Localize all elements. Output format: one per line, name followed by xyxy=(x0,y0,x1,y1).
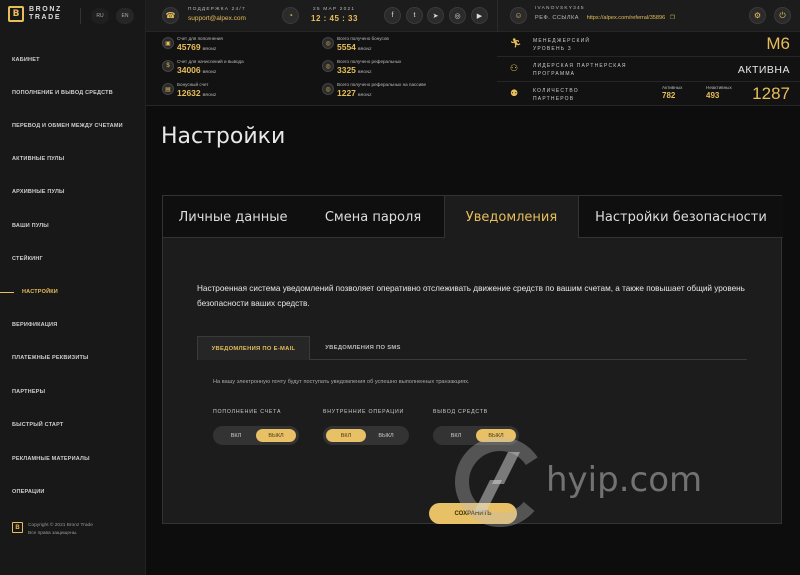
partners-count-row: ⚉ КОЛИЧЕСТВО ПАРТНЕРОВ Активных 782 Неакт… xyxy=(497,82,800,107)
deposit-toggle-label: ПОПОЛНЕНИЕ СЧЕТА xyxy=(213,409,282,415)
username: IVANOVSKY345 xyxy=(535,6,585,11)
youtube-icon[interactable]: ▶ xyxy=(471,7,488,24)
user-icon[interactable]: ☺ xyxy=(510,7,527,24)
copyright-logo-icon: B xyxy=(12,522,23,533)
page-title: Настройки xyxy=(161,124,286,149)
sidebar-item-settings[interactable]: НАСТРОЙКИ xyxy=(22,289,58,295)
subtab-sms[interactable]: УВЕДОМЛЕНИЯ ПО SMS xyxy=(313,336,413,360)
withdraw-toggle-label: ВЫВОД СРЕДСТВ xyxy=(433,409,488,415)
power-icon[interactable]: ⏻ xyxy=(774,7,791,24)
leader-program-row: ⚇ ЛИДЕРСКАЯ ПАРТНЕРСКАЯ ПРОГРАММА АКТИВНА xyxy=(497,57,800,82)
sidebar-item-your-pools[interactable]: ВАШИ ПУЛЫ xyxy=(12,223,49,229)
app: B BRONZ TRADE RU EN КАБИНЕТ ПОПОЛНЕНИЕ И… xyxy=(0,0,800,575)
sidebar-item-staking[interactable]: СТЕЙКИНГ xyxy=(12,256,43,262)
sidebar-item-archive-pools[interactable]: АРХИВНЫЕ ПУЛЫ xyxy=(12,189,65,195)
partners-label: КОЛИЧЕСТВО ПАРТНЕРОВ xyxy=(533,88,579,102)
ref-label: РЕФ. ССЫЛКА xyxy=(535,15,580,21)
tab-security-settings[interactable]: Настройки безопасности xyxy=(579,196,783,238)
inactive-count: 493 xyxy=(706,91,720,100)
ref-link[interactable]: https://alpex.com/referral/35896 xyxy=(587,15,666,21)
twitter-icon[interactable]: t xyxy=(406,7,423,24)
toggle-off-option[interactable]: ВЫКЛ xyxy=(256,429,296,442)
logo-text: BRONZ TRADE xyxy=(29,6,62,21)
sidebar-item-cabinet[interactable]: КАБИНЕТ xyxy=(12,57,40,63)
notification-subtabs: УВЕДОМЛЕНИЯ ПО E-MAIL УВЕДОМЛЕНИЯ ПО SMS xyxy=(197,336,747,360)
copyright-line1: Copyright © 2021 Bronz Trade xyxy=(28,523,93,528)
logo[interactable]: B BRONZ TRADE xyxy=(8,6,62,22)
clock-icon: ◔ xyxy=(282,7,299,24)
toggle-on-option[interactable]: ВКЛ xyxy=(326,429,366,442)
internal-toggle-label: ВНУТРЕННИЕ ОПЕРАЦИИ xyxy=(323,409,405,415)
partners-total: 1287 xyxy=(752,84,790,103)
sidebar-item-partners[interactable]: ПАРТНЕРЫ xyxy=(12,389,45,395)
sidebar-item-operations[interactable]: ОПЕРАЦИИ xyxy=(12,489,45,495)
withdraw-toggle[interactable]: ВКЛ ВЫКЛ xyxy=(433,426,519,445)
topbar: ☎ ПОДДЕРЖКА 24/7 support@alpex.com ◔ 25 … xyxy=(146,0,800,32)
dollar-icon: $ xyxy=(162,60,174,72)
leader-status: АКТИВНА xyxy=(737,64,790,76)
facebook-icon[interactable]: f xyxy=(384,7,401,24)
active-indicator xyxy=(0,292,14,293)
main-content: Настройки Личные данные Смена пароля Уве… xyxy=(146,106,800,575)
lang-en-button[interactable]: EN xyxy=(116,8,134,24)
gift-icon: ▤ xyxy=(162,83,174,95)
divider xyxy=(80,8,81,24)
tab-change-password[interactable]: Смена пароля xyxy=(303,196,443,238)
lang-ru-button[interactable]: RU xyxy=(91,8,109,24)
leader-label: ЛИДЕРСКАЯ ПАРТНЕРСКАЯ ПРОГРАММА xyxy=(533,63,627,77)
sidebar-item-transfer[interactable]: ПЕРЕВОД И ОБМЕН МЕЖДУ СЧЕТАМИ xyxy=(12,123,123,129)
notifications-description: Настроенная система уведомлений позволяе… xyxy=(197,284,745,308)
sidebar: B BRONZ TRADE RU EN КАБИНЕТ ПОПОЛНЕНИЕ И… xyxy=(0,0,146,575)
active-count: 782 xyxy=(662,91,676,100)
sidebar-item-active-pools[interactable]: АКТИВНЫЕ ПУЛЫ xyxy=(12,156,64,162)
runner-icon: 🏃︎ xyxy=(510,38,522,48)
manager-level-value: M6 xyxy=(766,34,790,53)
active-label: Активных xyxy=(662,85,683,90)
support-icon[interactable]: ☎ xyxy=(162,7,179,24)
copyright-line2: Все права защищены. xyxy=(28,531,78,536)
sidebar-item-promo[interactable]: РЕКЛАМНЫЕ МАТЕРИАЛЫ xyxy=(12,456,90,462)
watermark-text: hyip.com xyxy=(546,460,703,500)
divider xyxy=(497,0,498,32)
sidebar-item-quick-start[interactable]: БЫСТРЫЙ СТАРТ xyxy=(12,422,63,428)
tab-personal-data[interactable]: Личные данные xyxy=(163,196,303,238)
coins-icon: ◎ xyxy=(322,37,334,49)
coins-icon: ◎ xyxy=(322,60,334,72)
toggle-off-option[interactable]: ВЫКЛ xyxy=(366,429,406,442)
sidebar-item-payment-details[interactable]: ПЛАТЕЖНЫЕ РЕКВИЗИТЫ xyxy=(12,355,89,361)
gear-icon[interactable]: ⚙ xyxy=(749,7,766,24)
toggle-on-option[interactable]: ВКЛ xyxy=(436,429,476,442)
manager-level-row: 🏃︎ МЕНЕДЖЕРСКИЙ УРОВЕНЬ 3 M6 xyxy=(497,32,800,57)
sidebar-item-deposit-withdraw[interactable]: ПОПОЛНЕНИЕ И ВЫВОД СРЕДСТВ xyxy=(12,90,113,96)
tab-notifications[interactable]: Уведомления xyxy=(444,196,579,238)
coins-icon: ◎ xyxy=(322,83,334,95)
email-note: На вашу электронную почту будут поступат… xyxy=(213,379,470,385)
copy-icon[interactable]: ❐ xyxy=(670,15,675,21)
inactive-label: Неактивных xyxy=(706,85,732,90)
network-icon: ⚇ xyxy=(510,63,519,73)
group-icon: ⚉ xyxy=(510,88,519,98)
deposit-toggle[interactable]: ВКЛ ВЫКЛ xyxy=(213,426,299,445)
telegram-icon[interactable]: ➤ xyxy=(427,7,444,24)
toggle-on-option[interactable]: ВКЛ xyxy=(216,429,256,442)
ref-link-row: РЕФ. ССЫЛКА https://alpex.com/referral/3… xyxy=(535,15,675,21)
support-label: ПОДДЕРЖКА 24/7 xyxy=(188,7,246,12)
subtab-email[interactable]: УВЕДОМЛЕНИЯ ПО E-MAIL xyxy=(197,336,310,360)
logo-icon: B xyxy=(8,6,24,22)
sidebar-item-verification[interactable]: ВЕРИФИКАЦИЯ xyxy=(12,322,57,328)
toggle-off-option[interactable]: ВЫКЛ xyxy=(476,429,516,442)
instagram-icon[interactable]: ◎ xyxy=(449,7,466,24)
copyright: B Copyright © 2021 Bronz Trade Все права… xyxy=(12,522,93,538)
wallet-icon: ▣ xyxy=(162,37,174,49)
save-button[interactable]: СОХРАНИТЬ xyxy=(429,503,517,524)
date: 25 МАР 2021 xyxy=(313,7,356,12)
time: 12 : 45 : 33 xyxy=(311,14,358,23)
support-email[interactable]: support@alpex.com xyxy=(188,15,246,22)
settings-tabs: Личные данные Смена пароля Уведомления Н… xyxy=(163,196,783,238)
manager-label: МЕНЕДЖЕРСКИЙ УРОВЕНЬ 3 xyxy=(533,38,591,52)
internal-operations-toggle[interactable]: ВКЛ ВЫКЛ xyxy=(323,426,409,445)
